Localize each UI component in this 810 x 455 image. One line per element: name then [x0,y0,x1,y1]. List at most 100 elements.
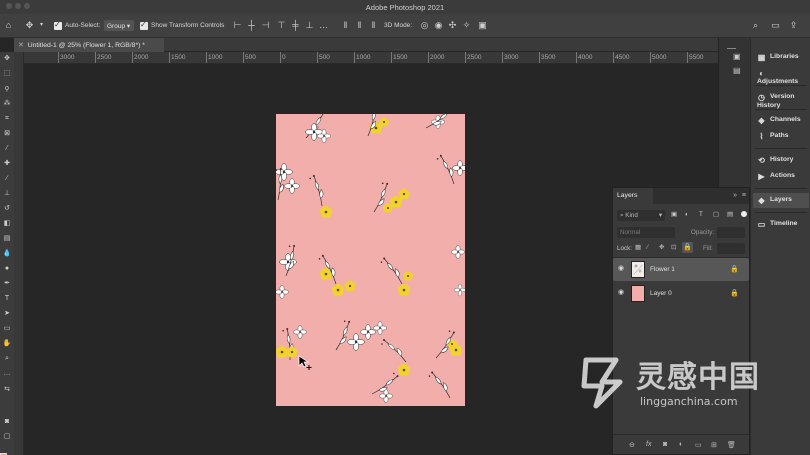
more-tools-icon[interactable]: … [2,369,12,378]
layer-style-icon[interactable]: fx [646,441,651,448]
filter-type-icon[interactable]: T [699,211,703,218]
collapse-panel-icon[interactable]: » [733,192,737,199]
document-tab-bar: ✕ Untitled-1 @ 25% (Flower 1, RGB/8*) * [14,38,718,52]
home-icon[interactable]: ⌂ [3,20,14,31]
mode-3d-label: 3D Mode: [384,22,413,29]
roll-3d-icon[interactable]: ◉ [433,20,444,31]
layers-tab[interactable]: Layers [613,188,653,204]
brush-tool-icon[interactable]: ∕ [2,174,12,183]
align-vcenter-icon[interactable]: ╪ [290,20,301,31]
fill-field[interactable] [717,243,745,254]
type-tool-icon[interactable]: T [2,294,12,303]
align-bottom-icon[interactable]: ⊥ [304,20,315,31]
magic-wand-tool-icon[interactable]: ⁂ [2,99,12,108]
search-icon[interactable]: ⌕ [750,20,761,31]
lock-transparent-icon[interactable]: ▦ [635,244,641,251]
crop-tool-icon[interactable]: ⌗ [2,114,12,123]
slide-3d-icon[interactable]: ✧ [461,20,472,31]
link-layers-icon[interactable]: ⊖ [629,441,635,449]
move-tool-icon[interactable]: ✥ [24,20,35,31]
move-tool-icon[interactable]: ✥ [2,54,12,63]
add-mask-icon[interactable]: ◙ [663,441,667,448]
orbit-3d-icon[interactable]: ◎ [419,20,430,31]
share-icon[interactable]: ⇪ [788,20,799,31]
panel-toggle-a-icon[interactable]: ▣ [733,52,741,61]
dodge-tool-icon[interactable]: ● [2,264,12,273]
gradient-tool-icon[interactable]: ▤ [2,234,12,243]
collapse-panels-icon[interactable] [727,44,736,49]
dock-item-layers[interactable]: ◆ Layers [753,193,809,208]
quick-mask-icon[interactable]: ◙ [2,417,12,426]
new-group-icon[interactable]: ▭ [695,441,702,449]
rectangle-tool-icon[interactable]: ▭ [2,324,12,333]
filter-kind-dropdown[interactable]: ⌕ Kind ▾ [617,210,665,221]
zoom-tool-icon[interactable]: ⌕ [2,354,12,363]
auto-select-target-dropdown[interactable]: Group ▾ [104,20,134,31]
screen-mode-icon[interactable]: ▢ [2,432,12,441]
filter-kind-value: Kind [625,212,638,219]
filter-pixel-icon[interactable]: ▣ [671,211,677,218]
lock-image-icon[interactable]: ∕ [647,244,648,251]
document-tab[interactable]: ✕ Untitled-1 @ 25% (Flower 1, RGB/8*) * [14,38,164,52]
clone-stamp-tool-icon[interactable]: ⊥ [2,189,12,198]
dock-item-version-history[interactable]: ◷ Version History [757,93,810,109]
dock-item-actions[interactable]: ▶ Actions [757,172,795,184]
blur-tool-icon[interactable]: 💧 [2,249,12,258]
dock-item-paths[interactable]: ⌇ Paths [757,132,789,144]
eyedropper-tool-icon[interactable]: ⁄ [2,144,12,153]
pen-tool-icon[interactable]: ✒ [2,279,12,288]
close-tab-icon[interactable]: ✕ [18,42,24,49]
lock-all-icon[interactable]: 🔒 [682,242,693,253]
auto-select-checkbox[interactable] [54,20,62,30]
workspace-icon[interactable]: ▭ [770,20,781,31]
filter-toggle-icon[interactable] [741,211,747,217]
filter-shape-icon[interactable]: ▢ [713,211,719,218]
scale-3d-icon[interactable]: ▣ [477,20,488,31]
opacity-field[interactable] [717,227,745,238]
align-right-icon[interactable]: ⊣ [260,20,271,31]
ruler-tick-label: 2000 [427,52,445,63]
distribute-left-icon[interactable]: ‖ [340,20,351,31]
history-brush-tool-icon[interactable]: ↺ [2,204,12,213]
hand-tool-icon[interactable]: ✋ [2,339,12,348]
frame-tool-icon[interactable]: ⊠ [2,129,12,138]
path-selection-tool-icon[interactable]: ➤ [2,309,12,318]
more-options-icon[interactable]: … [318,20,329,31]
filter-smart-object-icon[interactable]: ▤ [727,211,733,218]
filter-adjustment-icon[interactable]: ◐ [685,211,689,218]
layer-row-layer-0[interactable]: ◉ Layer 0 🔒 [613,282,749,305]
new-layer-icon[interactable]: ⊞ [711,441,717,449]
show-transform-checkbox[interactable] [140,20,148,30]
panel-toggle-b-icon[interactable]: ▤ [733,66,741,75]
align-top-icon[interactable]: ⊤ [276,20,287,31]
distribute-center-icon[interactable]: ‖ [354,20,365,31]
lock-artboard-icon[interactable]: ⊡ [671,244,676,251]
delete-layer-icon[interactable]: 🗑 [727,441,736,449]
eraser-tool-icon[interactable]: ◧ [2,219,12,228]
layer-row-flower-1[interactable]: ◉ Flower 1 🔒 [613,258,749,281]
align-left-icon[interactable]: ⊢ [232,20,243,31]
chevron-down-icon: ▾ [658,212,662,219]
dock-item-adjustments[interactable]: ◐Adjustments [757,69,810,85]
tool-preset-chevron-icon[interactable]: ▾ [36,20,47,31]
dock-item-label: Libraries [770,53,799,60]
dock-item-channels[interactable]: ◈ Channels [757,116,800,128]
dock-item-libraries[interactable]: ▦ Libraries [757,53,799,65]
distribute-right-icon[interactable]: ‖ [368,20,379,31]
visibility-eye-icon[interactable]: ◉ [618,289,626,297]
swap-colors-icon[interactable]: ⇆ [2,385,12,394]
new-adjustment-layer-icon[interactable]: ◐ [679,441,683,448]
healing-brush-tool-icon[interactable]: ✚ [2,159,12,168]
dock-item-history[interactable]: ⟲ History [757,156,793,168]
blend-mode-dropdown[interactable]: Normal [617,227,675,238]
layer-thumbnail [631,261,645,278]
lock-position-icon[interactable]: ✥ [659,244,664,251]
align-hcenter-icon[interactable]: ┼ [246,20,257,31]
lasso-tool-icon[interactable]: ϙ [2,84,12,93]
visibility-eye-icon[interactable]: ◉ [618,265,626,273]
panel-menu-icon[interactable]: ≡ [742,192,746,199]
dock-item-timeline[interactable]: ▭ Timeline [757,220,798,232]
horizontal-ruler: 3000 2500 2000 1500 1000 500 0 500 1000 1500 2000 2… [24,52,718,64]
marquee-tool-icon[interactable]: ⬚ [2,69,12,78]
drag-3d-icon[interactable]: ✣ [447,20,458,31]
